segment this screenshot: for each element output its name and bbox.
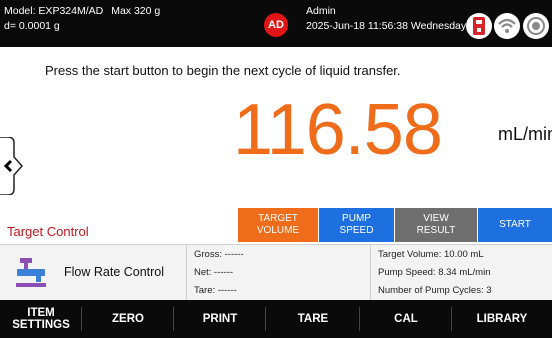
datetime: 2025-Jun-18 11:56:38 Wednesday <box>306 20 467 32</box>
user-info: Admin 2025-Jun-18 11:56:38 Wednesday <box>306 4 466 34</box>
net-weight: Net: ------ <box>194 267 234 278</box>
divider <box>370 245 371 300</box>
instruction-message: Press the start button to begin the next… <box>45 63 401 78</box>
item-settings-button[interactable]: ITEM SETTINGS <box>0 300 82 338</box>
balance-info: Model: EXP324M/AD Max 320 g d= 0.0001 g <box>4 4 160 34</box>
library-label: LIBRARY <box>476 313 528 325</box>
item-settings-label-2: SETTINGS <box>12 319 70 331</box>
info-panel: Flow Rate Control Gross: ------ Net: ---… <box>0 244 552 300</box>
readability: d= 0.0001 g <box>4 20 60 32</box>
divider <box>186 245 187 300</box>
app-name: Flow Rate Control <box>64 265 165 279</box>
view-result-button[interactable]: VIEW RESULT <box>395 208 477 242</box>
wifi-icon[interactable] <box>494 13 520 39</box>
tare-button[interactable]: TARE <box>266 300 360 338</box>
start-button[interactable]: START <box>478 208 552 242</box>
target-volume-value: Target Volume: 10.00 mL <box>378 249 484 260</box>
max-capacity: Max 320 g <box>111 5 161 17</box>
view-result-label-2: RESULT <box>416 225 456 236</box>
target-volume-label-1: TARGET <box>258 213 298 224</box>
usb-icon[interactable] <box>466 13 492 39</box>
pump-speed-label-2: SPEED <box>339 225 374 236</box>
zero-label: ZERO <box>112 313 144 325</box>
flow-rate-app-icon <box>14 255 48 289</box>
pump-cycles-value: Number of Pump Cycles: 3 <box>378 285 492 296</box>
flow-rate-reading: 116.58 <box>233 90 443 170</box>
target-icon[interactable] <box>523 13 549 39</box>
start-label: START <box>499 219 531 230</box>
library-button[interactable]: LIBRARY <box>452 300 552 338</box>
pump-speed-label-1: PUMP <box>342 213 371 224</box>
cal-button[interactable]: CAL <box>360 300 452 338</box>
cal-label: CAL <box>394 313 418 325</box>
target-volume-label-2: VOLUME <box>256 225 300 236</box>
reading-unit: mL/min <box>498 124 552 144</box>
target-control-label: Target Control <box>7 224 89 239</box>
print-label: PRINT <box>202 313 238 325</box>
pump-speed-button[interactable]: PUMP SPEED <box>319 208 394 242</box>
target-volume-button[interactable]: TARGET VOLUME <box>238 208 318 242</box>
status-bar: Model: EXP324M/AD Max 320 g d= 0.0001 g A… <box>0 0 552 47</box>
side-panel-toggle[interactable] <box>0 136 26 196</box>
print-button[interactable]: PRINT <box>174 300 266 338</box>
pump-speed-value: Pump Speed: 8.34 mL/min <box>378 267 491 278</box>
tare-weight: Tare: ------ <box>194 285 237 296</box>
view-result-label-1: VIEW <box>423 213 449 224</box>
zero-button[interactable]: ZERO <box>82 300 174 338</box>
function-key-bar: ITEM SETTINGS ZERO PRINT TARE CAL LIBRARY <box>0 300 552 338</box>
gross-weight: Gross: ------ <box>194 249 244 260</box>
model-name: Model: EXP324M/AD <box>4 5 104 17</box>
tare-label: TARE <box>297 313 329 325</box>
user-avatar[interactable]: AD <box>264 13 288 37</box>
item-settings-label-1: ITEM <box>27 307 55 319</box>
user-name: Admin <box>306 5 336 17</box>
